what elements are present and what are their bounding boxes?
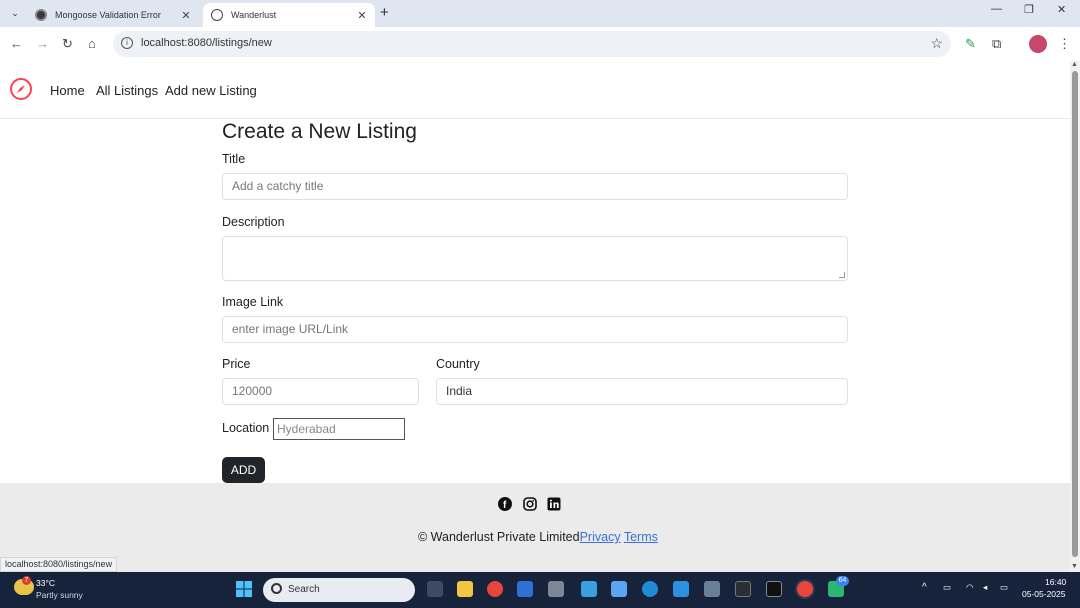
notification-count-badge: 64 — [836, 576, 849, 586]
country-label: Country — [436, 357, 480, 371]
keyboard-icon[interactable]: ▭ — [943, 582, 951, 593]
restore-icon[interactable]: ❐ — [1024, 3, 1034, 16]
globe-icon — [211, 9, 223, 21]
resize-grip-icon[interactable] — [839, 272, 845, 278]
scroll-thumb[interactable] — [1072, 71, 1078, 557]
close-window-icon[interactable]: ✕ — [1057, 3, 1066, 16]
back-arrow-icon[interactable]: ← — [10, 36, 23, 51]
price-label: Price — [222, 357, 251, 371]
mail-icon[interactable] — [517, 581, 533, 597]
scroll-up-arrow-icon[interactable]: ▲ — [1071, 61, 1078, 68]
windsurf-icon[interactable] — [704, 581, 720, 597]
file-explorer-icon[interactable] — [457, 581, 473, 597]
weather-badge: 7 — [22, 576, 31, 585]
page-scrollbar[interactable]: ▲ ▼ — [1070, 61, 1080, 572]
close-tab-icon[interactable]: ✕ — [179, 9, 193, 22]
site-navbar: Home All Listings Add new Listing — [0, 61, 1070, 119]
calculator-icon[interactable] — [548, 581, 564, 597]
close-tab-icon[interactable]: ✕ — [355, 9, 369, 22]
terminal-icon[interactable] — [735, 581, 751, 597]
store-app-icon[interactable] — [766, 581, 782, 597]
linkedin-icon[interactable] — [547, 497, 561, 511]
compass-icon[interactable] — [9, 77, 33, 101]
reload-icon[interactable]: ↻ — [62, 36, 73, 52]
clock-time[interactable]: 16:40 — [1045, 577, 1066, 587]
nav-all-listings-link[interactable]: All Listings — [96, 83, 158, 98]
windows-start-icon[interactable] — [236, 581, 252, 597]
privacy-link[interactable]: Privacy — [580, 530, 621, 544]
tray-expand-chevron-icon[interactable]: ^ — [922, 582, 927, 593]
new-tab-plus-icon[interactable]: + — [380, 4, 389, 21]
search-label: Search — [288, 584, 320, 595]
nav-add-new-listing-link[interactable]: Add new Listing — [165, 83, 257, 98]
add-button[interactable]: ADD — [222, 457, 265, 483]
browser-toolbar: ← → ↻ ⌂ i localhost:8080/listings/new ☆ … — [0, 27, 1080, 61]
nav-home-link[interactable]: Home — [50, 83, 85, 98]
weather-description[interactable]: Partly sunny — [36, 590, 83, 600]
taskbar-search-box[interactable]: Search — [263, 578, 415, 602]
terms-link[interactable]: Terms — [624, 530, 658, 544]
page-viewport: Home All Listings Add new Listing Create… — [0, 61, 1070, 572]
volume-icon[interactable]: ◂ — [983, 582, 987, 593]
extensions-puzzle-icon[interactable]: ⧉ — [992, 36, 1001, 52]
address-url[interactable]: localhost:8080/listings/new — [141, 37, 272, 49]
copyright-text: © Wanderlust Private Limited — [418, 530, 580, 544]
search-icon — [271, 583, 282, 594]
extension-pen-icon[interactable]: ✎ — [965, 36, 976, 52]
clock-date[interactable]: 05-05-2025 — [1022, 589, 1065, 599]
tab-mongoose-validation-error[interactable]: Mongoose Validation Error ✕ — [27, 3, 199, 27]
document-icon[interactable] — [611, 581, 627, 597]
page-title: Create a New Listing — [222, 120, 417, 143]
facebook-icon[interactable]: f — [498, 497, 512, 511]
description-label: Description — [222, 215, 285, 229]
title-label: Title — [222, 152, 246, 166]
footer-copyright: © Wanderlust Private LimitedPrivacy Term… — [418, 530, 658, 544]
location-input[interactable]: Hyderabad — [273, 418, 405, 440]
site-info-icon[interactable]: i — [121, 37, 133, 49]
windows-taskbar: 7 33°C Partly sunny Search 64 ^ ▭ ◠ ◂ ▭ … — [0, 572, 1080, 608]
weather-temperature[interactable]: 33°C — [36, 578, 55, 588]
description-textarea[interactable] — [222, 236, 848, 281]
tab-wanderlust[interactable]: Wanderlust ✕ — [203, 3, 375, 27]
chrome-active-icon[interactable] — [797, 581, 813, 597]
price-input[interactable]: 120000 — [222, 378, 419, 405]
scroll-down-arrow-icon[interactable]: ▼ — [1071, 563, 1078, 570]
tab-title: Mongoose Validation Error — [55, 10, 161, 20]
link-status-bar: localhost:8080/listings/new — [0, 557, 118, 572]
location-label: Location — [222, 421, 270, 435]
image-link-label: Image Link — [222, 295, 284, 309]
forward-arrow-icon[interactable]: → — [36, 36, 49, 51]
edge-icon[interactable] — [642, 581, 658, 597]
battery-icon[interactable]: ▭ — [1000, 582, 1008, 593]
chrome-icon[interactable] — [487, 581, 503, 597]
instagram-icon[interactable] — [523, 497, 537, 511]
country-input[interactable]: India — [436, 378, 848, 405]
task-view-icon[interactable] — [427, 581, 443, 597]
menu-kebab-icon[interactable]: ⋮ — [1058, 36, 1071, 52]
tab-title: Wanderlust — [231, 10, 277, 20]
address-bar[interactable]: i localhost:8080/listings/new ☆ — [113, 31, 951, 57]
image-link-input[interactable]: enter image URL/Link — [222, 316, 848, 343]
home-icon[interactable]: ⌂ — [88, 36, 96, 51]
notepad-icon[interactable] — [581, 581, 597, 597]
title-input[interactable]: Add a catchy title — [222, 173, 848, 200]
profile-avatar[interactable] — [1029, 35, 1047, 53]
tab-search-chevron-icon[interactable]: ⌄ — [6, 4, 24, 22]
wifi-icon[interactable]: ◠ — [966, 582, 973, 593]
bookmark-star-icon[interactable]: ☆ — [930, 35, 943, 52]
minimize-icon[interactable]: — — [991, 3, 1002, 15]
browser-tab-strip: ⌄ Mongoose Validation Error ✕ Wanderlust… — [0, 0, 1080, 27]
vscode-icon[interactable] — [673, 581, 689, 597]
site-footer: f © Wanderlust Private LimitedPrivacy Te… — [0, 483, 1070, 572]
tab-favicon-icon — [35, 9, 47, 21]
